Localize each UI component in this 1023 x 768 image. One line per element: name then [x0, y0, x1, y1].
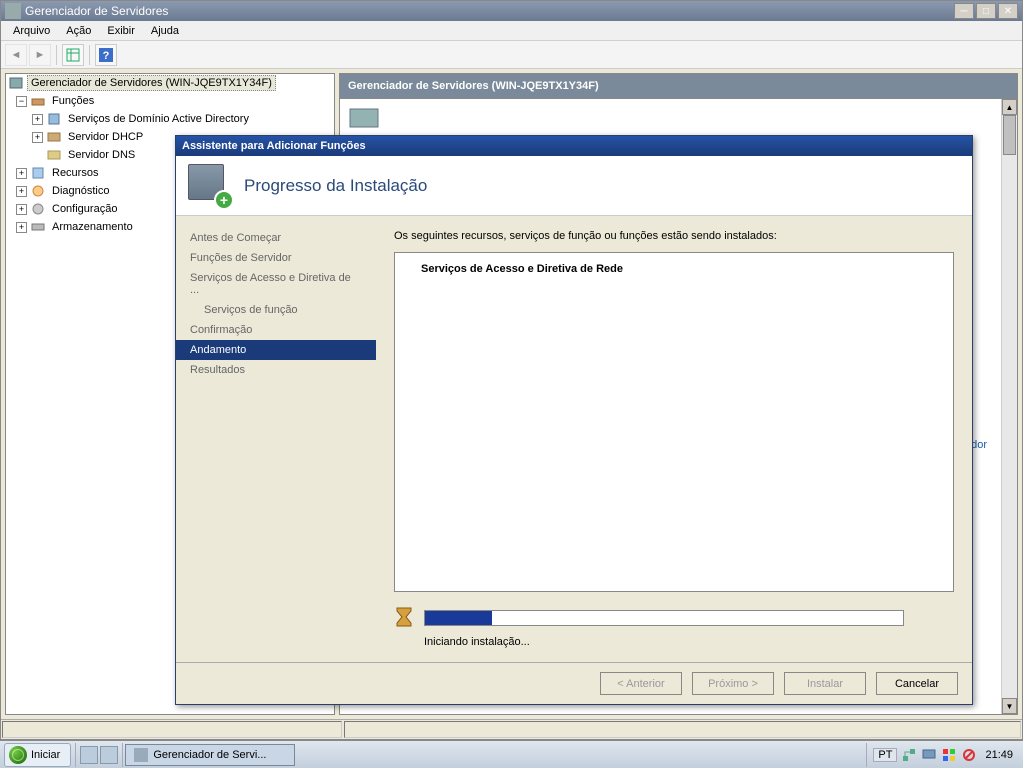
progress-fill [425, 611, 492, 625]
task-label: Gerenciador de Servi... [153, 749, 266, 761]
wizard-step-nps[interactable]: Serviços de Acesso e Diretiva de ... [176, 268, 376, 300]
toolbar: ◄ ► ? [1, 41, 1022, 69]
wizard-message: Os seguintes recursos, serviços de funçã… [394, 230, 954, 242]
expand-toggle[interactable]: − [16, 96, 27, 107]
table-icon [66, 48, 80, 62]
install-button: Instalar [784, 672, 866, 695]
menu-exibir[interactable]: Exibir [99, 23, 143, 39]
wizard-content: Os seguintes recursos, serviços de funçã… [376, 216, 972, 662]
nav-back-button: ◄ [5, 44, 27, 66]
cancel-button[interactable]: Cancelar [876, 672, 958, 695]
expand-toggle[interactable]: + [32, 132, 43, 143]
titlebar[interactable]: Gerenciador de Servidores ─ □ ✕ [1, 1, 1022, 21]
maximize-button[interactable]: □ [976, 3, 996, 19]
expand-toggle[interactable]: + [16, 186, 27, 197]
vertical-scrollbar[interactable]: ▲ ▼ [1001, 99, 1017, 714]
wizard-step-progress[interactable]: Andamento [176, 340, 376, 360]
tree-root[interactable]: Gerenciador de Servidores (WIN-JQE9TX1Y3… [6, 74, 334, 92]
plus-badge-icon: + [214, 190, 234, 210]
menu-acao[interactable]: Ação [58, 23, 99, 39]
wizard-step-before[interactable]: Antes de Começar [176, 228, 376, 248]
quick-launch [75, 743, 123, 767]
storage-icon [30, 219, 46, 235]
nav-forward-button: ► [29, 44, 51, 66]
menu-ajuda[interactable]: Ajuda [143, 23, 187, 39]
windows-orb-icon [9, 746, 27, 764]
diagnostics-icon [30, 183, 46, 199]
system-tray: PT 21:49 [866, 743, 1023, 767]
scroll-down-button[interactable]: ▼ [1002, 698, 1017, 714]
partial-link-text[interactable]: dor [971, 439, 987, 451]
taskbar: Iniciar Gerenciador de Servi... PT 21:49 [0, 740, 1023, 768]
quick-launch-explorer[interactable] [100, 746, 118, 764]
expand-toggle[interactable]: + [16, 204, 27, 215]
svg-text:?: ? [103, 50, 110, 62]
tray-network-icon[interactable] [901, 747, 917, 763]
dhcp-icon [46, 129, 62, 145]
tray-blocked-icon[interactable] [961, 747, 977, 763]
minimize-button[interactable]: ─ [954, 3, 974, 19]
tray-windows-icon[interactable] [941, 747, 957, 763]
start-label: Iniciar [31, 749, 60, 761]
wizard-step-role-services[interactable]: Serviços de função [176, 300, 376, 320]
features-icon [30, 165, 46, 181]
wizard-titlebar[interactable]: Assistente para Adicionar Funções [176, 136, 972, 156]
server-large-icon [348, 107, 380, 131]
close-button[interactable]: ✕ [998, 3, 1018, 19]
next-button: Próximo > [692, 672, 774, 695]
wizard-step-roles[interactable]: Funções de Servidor [176, 248, 376, 268]
scroll-up-button[interactable]: ▲ [1002, 99, 1017, 115]
help-icon: ? [99, 48, 113, 62]
wizard-install-list: Serviços de Acesso e Diretiva de Rede [394, 252, 954, 592]
back-button: < Anterior [600, 672, 682, 695]
server-icon [8, 75, 24, 91]
task-app-icon [134, 748, 148, 762]
install-item: Serviços de Acesso e Diretiva de Rede [407, 261, 941, 277]
wizard-steps: Antes de Começar Funções de Servidor Ser… [176, 216, 376, 662]
hourglass-icon [394, 606, 414, 630]
wizard-footer: < Anterior Próximo > Instalar Cancelar [176, 662, 972, 704]
menu-arquivo[interactable]: Arquivo [5, 23, 58, 39]
toolbar-help-button[interactable]: ? [95, 44, 117, 66]
adds-icon [46, 111, 62, 127]
configuration-icon [30, 201, 46, 217]
statusbar [1, 719, 1022, 739]
dns-icon [46, 147, 62, 163]
wizard-step-results[interactable]: Resultados [176, 360, 376, 380]
install-progressbar [424, 610, 904, 626]
roles-icon [30, 93, 46, 109]
expand-toggle[interactable]: + [16, 168, 27, 179]
tray-monitor-icon[interactable] [921, 747, 937, 763]
expand-toggle[interactable]: + [16, 222, 27, 233]
menubar: Arquivo Ação Exibir Ajuda [1, 21, 1022, 41]
taskbar-clock[interactable]: 21:49 [981, 749, 1017, 761]
taskbar-item-server-manager[interactable]: Gerenciador de Servi... [125, 744, 295, 766]
language-indicator[interactable]: PT [873, 748, 897, 762]
content-header: Gerenciador de Servidores (WIN-JQE9TX1Y3… [339, 73, 1018, 99]
scroll-thumb[interactable] [1003, 115, 1016, 155]
start-button[interactable]: Iniciar [4, 743, 71, 767]
install-status: Iniciando instalação... [394, 636, 954, 648]
wizard-step-confirm[interactable]: Confirmação [176, 320, 376, 340]
quick-launch-desktop[interactable] [80, 746, 98, 764]
window-title: Gerenciador de Servidores [25, 4, 954, 18]
tree-adds[interactable]: + Serviços de Domínio Active Directory [6, 110, 334, 128]
app-icon [5, 3, 21, 19]
wizard-header-icon: + [188, 164, 232, 208]
wizard-header-title: Progresso da Instalação [244, 176, 427, 196]
expand-toggle[interactable]: + [32, 114, 43, 125]
wizard-header: + Progresso da Instalação [176, 156, 972, 216]
add-roles-wizard: Assistente para Adicionar Funções + Prog… [175, 135, 973, 705]
tree-funcoes[interactable]: − Funções [6, 92, 334, 110]
toolbar-view-button[interactable] [62, 44, 84, 66]
